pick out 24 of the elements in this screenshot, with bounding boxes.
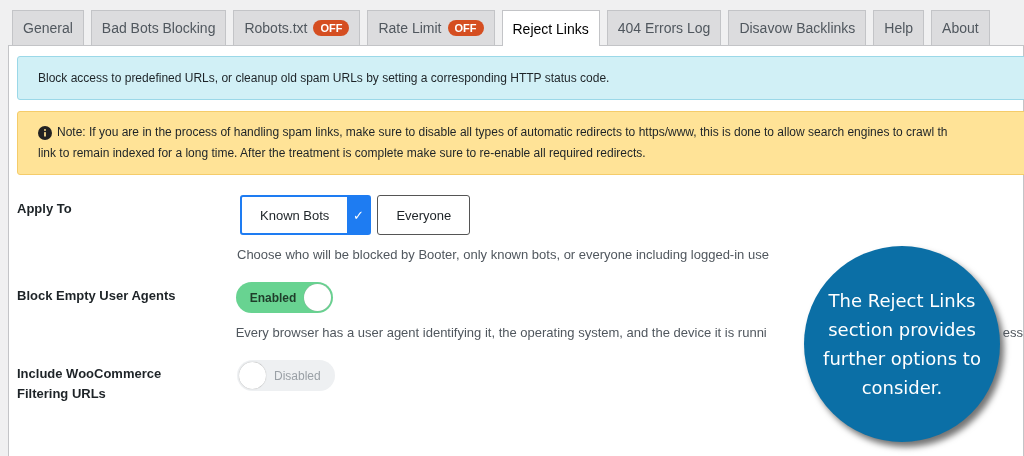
option-button[interactable]: Known Bots ✓ [240, 195, 372, 235]
tab[interactable]: General [12, 10, 84, 45]
setting-label: Include WooCommerce Filtering URLs [17, 365, 163, 403]
setting-label: Apply To [17, 200, 73, 218]
tab[interactable]: Help [873, 10, 925, 45]
tab[interactable]: Robots.txt OFF [233, 10, 361, 45]
tab[interactable]: 404 Errors Log [606, 10, 722, 45]
setting-label: Block Empty User Agents [17, 287, 177, 305]
setting-description: Choose who will be blocked by Booter, only known bots, or everyone including logged-in use [237, 247, 769, 262]
info-icon [38, 125, 52, 140]
off-badge: OFF [313, 20, 350, 36]
tab[interactable]: Disavow Backlinks [728, 10, 867, 45]
setting-description: Every browser has a user agent identifying it, the operating system, and the device it is runni [235, 325, 767, 340]
setting-description: ess [1002, 325, 1023, 340]
tab[interactable]: Reject Links [501, 10, 600, 46]
off-badge: OFF [447, 20, 484, 36]
option-button[interactable]: Everyone [377, 195, 471, 235]
warning-text: link to remain indexed for a long time. After the treatment is complete make sure to re-enable all required redirects. [38, 145, 646, 162]
tab[interactable]: Rate Limit OFF [367, 10, 495, 45]
tab[interactable]: Bad Bots Blocking [90, 10, 227, 45]
info-notice: Block access to predefined URLs, or cleanup old spam URLs by setting a corresponding HTTP status code. [17, 56, 1024, 100]
warning-text: Note: If you are in the process of handling spam links, make sure to disable all types of automatic redirects to https/www, this is done to allow search engines to crawl th [57, 124, 948, 141]
toggle-switch[interactable]: Enabled [235, 282, 334, 313]
tab[interactable]: About [931, 10, 990, 45]
